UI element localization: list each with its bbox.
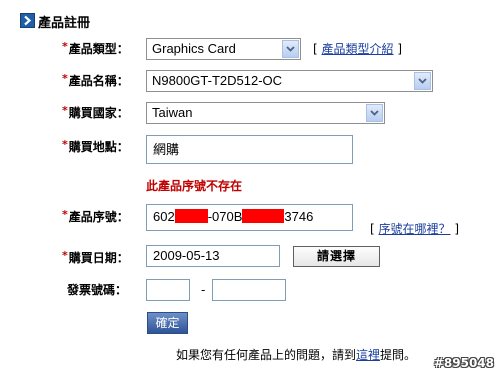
- section-title: 產品註冊: [38, 16, 91, 31]
- chevron-down-icon[interactable]: [282, 40, 299, 58]
- chevron-right-icon: [20, 13, 35, 28]
- required-mark: *: [62, 40, 68, 53]
- choose-date-button[interactable]: 請選擇: [293, 246, 380, 267]
- chevron-down-icon[interactable]: [414, 72, 431, 90]
- serial-error-message: 此產品序號不存在: [146, 179, 243, 193]
- purchase-country-value: Taiwan: [152, 105, 193, 120]
- invoice-separator: -: [201, 283, 206, 297]
- invoice-number-label: 發票號碼：: [67, 283, 128, 297]
- product-name-label: *產品名稱：: [62, 72, 129, 88]
- invoice-prefix-input[interactable]: [146, 279, 190, 301]
- footer-text: 如果您有任何產品上的問題，請到這裡提問。: [176, 348, 417, 362]
- purchase-location-input[interactable]: 網購: [146, 135, 353, 164]
- submit-button[interactable]: 確定: [147, 312, 188, 334]
- redaction-block: [174, 209, 208, 223]
- purchase-location-label: *購買地點：: [62, 138, 129, 154]
- redaction-block: [242, 209, 285, 223]
- product-type-select[interactable]: Graphics Card: [146, 38, 301, 60]
- product-type-value: Graphics Card: [152, 41, 236, 56]
- purchase-date-input[interactable]: 2009-05-13: [146, 245, 280, 267]
- product-type-help: [ 產品類型介紹 ]: [313, 42, 403, 56]
- product-type-help-link[interactable]: 產品類型介紹: [322, 42, 394, 56]
- product-type-label: *產品類型：: [62, 40, 129, 56]
- product-name-value: N9800GT-T2D512-OC: [152, 73, 283, 88]
- watermark: #895048: [433, 356, 494, 370]
- purchase-date-label: *購買日期：: [62, 249, 129, 265]
- serial-number-input[interactable]: 602 -070B 3746: [146, 204, 353, 231]
- chevron-down-icon[interactable]: [366, 104, 383, 122]
- serial-number-help-link[interactable]: 序號在哪裡？: [379, 222, 451, 236]
- serial-number-help: [ 序號在哪裡？ ]: [370, 222, 460, 236]
- footer-help-link[interactable]: 這裡: [356, 348, 380, 362]
- purchase-country-label: *購買國家：: [62, 104, 129, 120]
- serial-number-label: *產品序號：: [62, 208, 129, 224]
- product-name-select[interactable]: N9800GT-T2D512-OC: [146, 70, 433, 92]
- invoice-number-input[interactable]: [212, 279, 286, 301]
- purchase-country-select[interactable]: Taiwan: [146, 102, 385, 124]
